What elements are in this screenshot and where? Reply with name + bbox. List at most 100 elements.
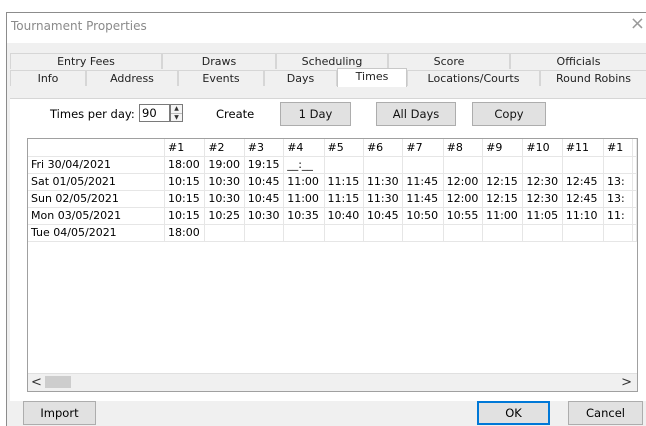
time-cell[interactable] <box>443 224 484 242</box>
time-cell[interactable] <box>562 224 605 242</box>
time-cell[interactable] <box>522 156 563 174</box>
horizontal-scrollbar[interactable]: < > <box>28 373 637 391</box>
column-header[interactable]: #2 <box>204 139 245 157</box>
tab-round-robins[interactable]: Round Robins <box>540 70 646 86</box>
tab-locations-courts[interactable]: Locations/Courts <box>407 70 540 86</box>
create-1-day-button[interactable]: 1 Day <box>280 102 351 126</box>
time-cell[interactable] <box>482 156 524 174</box>
time-cell[interactable]: 10:50 <box>402 207 444 225</box>
time-cell[interactable]: 12:45 <box>562 190 605 208</box>
time-cell[interactable]: 12:30 <box>522 173 563 191</box>
time-cell[interactable]: 11:45 <box>402 190 444 208</box>
tab-address[interactable]: Address <box>86 70 178 86</box>
column-header[interactable]: #6 <box>363 139 404 157</box>
tab-draws[interactable]: Draws <box>162 53 276 69</box>
time-cell[interactable]: 10:30 <box>204 190 245 208</box>
close-icon[interactable]: × <box>630 15 645 33</box>
time-cell[interactable] <box>562 156 605 174</box>
time-cell[interactable]: 13: <box>603 190 633 208</box>
column-header[interactable]: #8 <box>443 139 484 157</box>
time-cell[interactable]: 12:00 <box>443 190 484 208</box>
time-cell[interactable]: 11:45 <box>402 173 444 191</box>
scroll-left-icon[interactable]: < <box>31 375 42 390</box>
scroll-thumb[interactable] <box>45 376 71 388</box>
time-cell[interactable]: 12:00 <box>443 173 484 191</box>
tab-times[interactable]: Times <box>337 68 407 87</box>
row-date-cell[interactable]: Mon 03/05/2021 <box>28 207 166 225</box>
time-cell[interactable]: 10:30 <box>204 173 245 191</box>
time-cell[interactable] <box>324 224 364 242</box>
time-cell[interactable] <box>204 224 245 242</box>
time-cell[interactable] <box>324 156 364 174</box>
column-header[interactable]: #9 <box>482 139 524 157</box>
time-cell[interactable]: 11:30 <box>363 173 404 191</box>
time-cell[interactable] <box>402 224 444 242</box>
time-cell[interactable]: 10:30 <box>244 207 285 225</box>
time-cell[interactable] <box>443 156 484 174</box>
time-cell[interactable]: 11:15 <box>324 190 364 208</box>
spin-down-icon[interactable]: ▼ <box>171 114 182 122</box>
tab-score[interactable]: Score <box>388 53 510 69</box>
time-cell[interactable]: 10:15 <box>164 173 206 191</box>
time-cell[interactable]: 10:15 <box>164 190 206 208</box>
time-cell[interactable] <box>482 224 524 242</box>
time-cell[interactable]: 11:10 <box>562 207 605 225</box>
column-header[interactable]: #4 <box>283 139 325 157</box>
times-per-day-spinner[interactable]: ▲ ▼ <box>170 104 183 122</box>
time-cell[interactable]: 10:45 <box>244 173 285 191</box>
row-date-cell[interactable]: Sun 02/05/2021 <box>28 190 166 208</box>
time-cell[interactable]: 11:30 <box>363 190 404 208</box>
time-cell[interactable]: 11:00 <box>482 207 524 225</box>
column-header[interactable]: #1 <box>603 139 633 157</box>
column-header[interactable]: #5 <box>324 139 364 157</box>
time-cell[interactable] <box>603 156 633 174</box>
time-cell[interactable] <box>363 156 404 174</box>
spin-up-icon[interactable]: ▲ <box>171 105 182 114</box>
column-header[interactable]: #3 <box>244 139 285 157</box>
time-cell[interactable]: 12:45 <box>562 173 605 191</box>
time-cell[interactable] <box>522 224 563 242</box>
column-header[interactable]: #11 <box>562 139 605 157</box>
cancel-button[interactable]: Cancel <box>568 401 643 425</box>
times-per-day-input[interactable] <box>139 104 170 122</box>
time-cell[interactable]: 12:15 <box>482 173 524 191</box>
column-header[interactable]: #10 <box>522 139 563 157</box>
row-date-cell[interactable]: Fri 30/04/2021 <box>28 156 166 174</box>
time-cell[interactable] <box>363 224 404 242</box>
time-cell[interactable]: 10:15 <box>164 207 206 225</box>
time-cell[interactable]: 11:05 <box>522 207 563 225</box>
column-header[interactable]: #1 <box>164 139 206 157</box>
column-header[interactable]: #7 <box>402 139 444 157</box>
time-cell[interactable] <box>283 224 325 242</box>
time-cell[interactable]: 10:25 <box>204 207 245 225</box>
tab-events[interactable]: Events <box>178 70 264 86</box>
copy-button[interactable]: Copy <box>472 102 546 126</box>
tab-info[interactable]: Info <box>10 70 86 86</box>
time-cell[interactable]: 18:00 <box>164 224 206 242</box>
time-cell[interactable]: 10:40 <box>324 207 364 225</box>
time-cell[interactable]: __:__ <box>283 156 325 174</box>
row-date-cell[interactable]: Sat 01/05/2021 <box>28 173 166 191</box>
time-cell[interactable]: 10:35 <box>283 207 325 225</box>
time-cell[interactable]: 11:15 <box>324 173 364 191</box>
time-cell[interactable]: 10:45 <box>363 207 404 225</box>
import-button[interactable]: Import <box>23 401 96 425</box>
row-date-cell[interactable]: Tue 04/05/2021 <box>28 224 166 242</box>
time-cell[interactable]: 11:00 <box>283 190 325 208</box>
tab-days[interactable]: Days <box>264 70 337 86</box>
time-cell[interactable]: 12:15 <box>482 190 524 208</box>
time-cell[interactable]: 19:00 <box>204 156 245 174</box>
time-cell[interactable] <box>603 224 633 242</box>
time-cell[interactable]: 12:30 <box>522 190 563 208</box>
tab-officials[interactable]: Officials <box>510 53 646 69</box>
ok-button[interactable]: OK <box>477 401 550 425</box>
tab-scheduling[interactable]: Scheduling <box>276 53 388 69</box>
time-cell[interactable]: 13: <box>603 173 633 191</box>
time-cell[interactable] <box>402 156 444 174</box>
time-cell[interactable] <box>244 224 285 242</box>
create-all-days-button[interactable]: All Days <box>376 102 456 126</box>
time-cell[interactable]: 10:55 <box>443 207 484 225</box>
scroll-right-icon[interactable]: > <box>621 375 632 390</box>
tab-entry-fees[interactable]: Entry Fees <box>10 53 162 69</box>
time-cell[interactable]: 11: <box>603 207 633 225</box>
